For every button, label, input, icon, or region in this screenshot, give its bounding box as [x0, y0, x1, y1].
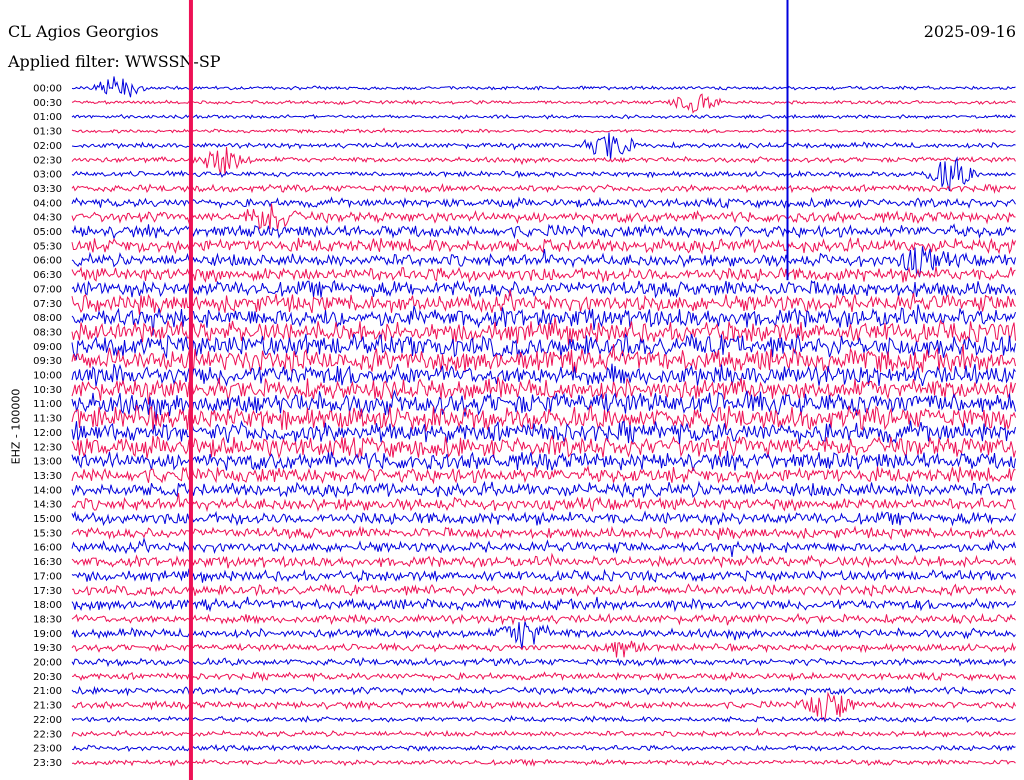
- trace-row-1600: [71, 536, 1016, 557]
- time-tick-label: 06:30: [33, 270, 62, 281]
- time-tick-label: 15:30: [33, 528, 62, 539]
- time-tick-label: 02:00: [33, 141, 62, 152]
- time-tick-label: 02:30: [33, 155, 62, 166]
- trace-row-0700: [71, 279, 1016, 299]
- trace-row-1800: [71, 596, 1016, 613]
- trace-row-1900: [71, 621, 1016, 649]
- event-spike: [188, 0, 193, 780]
- trace-row-0430: [71, 203, 1016, 231]
- trace-row-1500: [71, 510, 1016, 527]
- trace-row-1000: [71, 363, 1016, 387]
- time-tick-label: 10:00: [33, 371, 62, 382]
- time-tick-label: 09:30: [33, 356, 62, 367]
- time-tick-label: 01:30: [33, 127, 62, 138]
- seismogram-plot: 00:00 00:30 01:00 01:30 02:00 02:30 03:00 03:30…: [33, 0, 1016, 780]
- time-tick-label: 19:00: [33, 629, 62, 640]
- trace-row-2130: [71, 691, 1016, 721]
- trace-row-0330: [71, 183, 1016, 194]
- trace-row-0130: [71, 127, 1016, 134]
- trace-row-2330: [71, 758, 1016, 767]
- time-tick-label: 16:30: [33, 557, 62, 568]
- trace-row-1400: [71, 480, 1016, 499]
- trace-row-0500: [71, 223, 1016, 240]
- trace-row-1730: [72, 583, 1016, 597]
- time-tick-label: 12:00: [33, 428, 62, 439]
- time-tick-label: 05:00: [33, 227, 62, 238]
- trace-row-2000: [71, 656, 1016, 668]
- time-tick-label: 08:30: [33, 327, 62, 338]
- time-tick-label: 11:00: [33, 399, 62, 410]
- time-tick-label: 13:30: [33, 471, 62, 482]
- time-tick-label: 12:30: [33, 442, 62, 453]
- traces-group: [71, 76, 1016, 767]
- time-tick-label: 09:00: [33, 342, 62, 353]
- time-tick-label: 18:00: [33, 600, 62, 611]
- trace-row-2100: [71, 685, 1016, 697]
- time-tick-label: 14:00: [33, 485, 62, 496]
- time-tick-label: 21:00: [33, 686, 62, 697]
- trace-row-1530: [71, 525, 1016, 541]
- time-tick-label: 00:00: [33, 84, 62, 95]
- time-tick-label: 14:30: [33, 500, 62, 511]
- trace-row-0000: [71, 76, 1016, 98]
- time-ticks-group: 00:00 00:30 01:00 01:30 02:00 02:30 03:00 03:30…: [33, 84, 62, 769]
- time-tick-label: 04:30: [33, 213, 62, 224]
- time-tick-label: 10:30: [33, 385, 62, 396]
- time-tick-label: 00:30: [33, 98, 62, 109]
- event-spike: [786, 0, 789, 281]
- time-tick-label: 05:30: [33, 241, 62, 252]
- time-tick-label: 07:30: [33, 299, 62, 310]
- time-tick-label: 06:00: [33, 256, 62, 267]
- trace-row-1630: [71, 552, 1016, 569]
- time-tick-label: 22:00: [33, 715, 62, 726]
- time-tick-label: 07:00: [33, 284, 62, 295]
- trace-row-1330: [71, 464, 1016, 485]
- time-tick-label: 17:00: [33, 571, 62, 582]
- trace-row-2030: [71, 671, 1016, 683]
- trace-row-0400: [71, 196, 1016, 210]
- trace-row-0030: [71, 93, 1016, 114]
- trace-row-2200: [71, 715, 1016, 723]
- trace-row-1700: [71, 568, 1016, 583]
- time-tick-label: 17:30: [33, 586, 62, 597]
- time-tick-label: 20:30: [33, 672, 62, 683]
- trace-row-0230: [71, 146, 1016, 175]
- trace-row-1300: [71, 450, 1016, 472]
- trace-row-1930: [71, 640, 1016, 658]
- trace-row-1830: [71, 612, 1016, 626]
- time-tick-label: 23:00: [33, 744, 62, 755]
- trace-row-1230: [71, 434, 1016, 460]
- trace-row-1430: [71, 492, 1016, 513]
- trace-row-0100: [71, 113, 1016, 120]
- time-tick-label: 16:00: [33, 543, 62, 554]
- time-tick-label: 03:00: [33, 170, 62, 181]
- time-tick-label: 04:00: [33, 198, 62, 209]
- time-tick-label: 03:30: [33, 184, 62, 195]
- time-tick-label: 20:00: [33, 658, 62, 669]
- time-tick-label: 01:00: [33, 112, 62, 123]
- time-tick-label: 15:00: [33, 514, 62, 525]
- trace-row-0630: [71, 266, 1016, 284]
- time-tick-label: 08:00: [33, 313, 62, 324]
- time-tick-label: 13:00: [33, 457, 62, 468]
- time-tick-label: 22:30: [33, 729, 62, 740]
- time-tick-label: 18:30: [33, 614, 62, 625]
- time-tick-label: 21:30: [33, 701, 62, 712]
- time-tick-label: 23:30: [33, 758, 62, 769]
- time-tick-label: 11:30: [33, 414, 62, 425]
- trace-row-2230: [71, 727, 1016, 738]
- time-tick-label: 19:30: [33, 643, 62, 654]
- trace-row-2300: [71, 743, 1016, 753]
